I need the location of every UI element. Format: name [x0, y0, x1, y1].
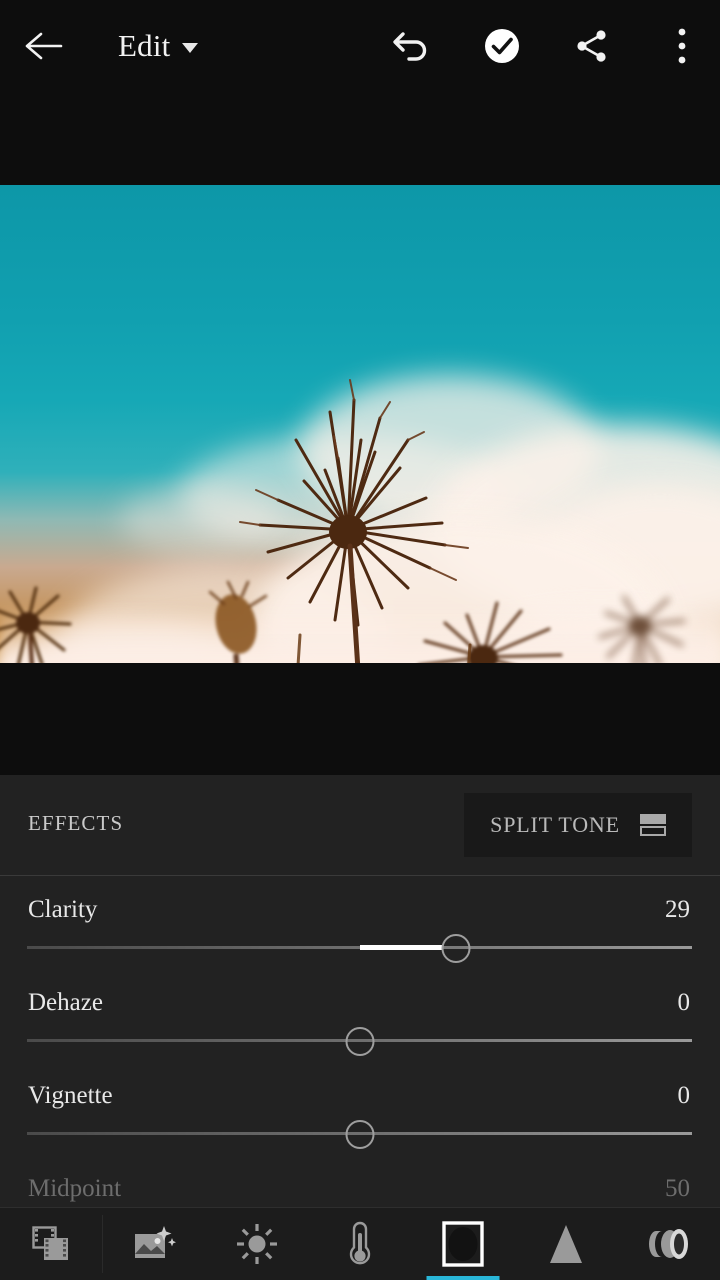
top-app-bar: Edit [0, 0, 720, 185]
edit-tool-tabbar [0, 1207, 720, 1280]
field-stems [296, 633, 472, 663]
lens-optics-icon [646, 1222, 692, 1266]
tab-effects[interactable] [411, 1207, 514, 1280]
slider-fill [359, 945, 442, 950]
presets-stack-icon [30, 1224, 72, 1264]
triangle-detail-icon [546, 1223, 586, 1265]
effects-panel-header: EFFECTS SPLIT TONE [0, 775, 720, 875]
tab-light[interactable] [206, 1207, 309, 1280]
split-tone-label: SPLIT TONE [490, 812, 620, 837]
thermometer-icon [347, 1221, 373, 1267]
effects-vignette-icon [442, 1220, 484, 1267]
slider-thumb[interactable] [345, 1027, 374, 1056]
overflow-menu-button[interactable] [660, 24, 704, 68]
photo-preview[interactable] [0, 185, 720, 663]
done-button[interactable] [480, 24, 524, 68]
split-tone-button[interactable]: SPLIT TONE [464, 793, 692, 857]
slider-row-vignette: Vignette 0 [0, 1062, 720, 1155]
slider-thumb[interactable] [441, 934, 471, 963]
slider-clarity[interactable] [0, 934, 720, 963]
check-circle-icon [482, 26, 522, 66]
slider-value: 0 [677, 989, 691, 1016]
undo-arrow-icon [392, 29, 432, 63]
slider-thumb[interactable] [345, 1120, 374, 1149]
slider-label: Clarity [28, 896, 98, 923]
effects-panel: EFFECTS SPLIT TONE Clarity 29 Dehaze 0 V… [0, 775, 720, 1207]
slider-dehaze[interactable] [0, 1027, 720, 1056]
slider-row-dehaze: Dehaze 0 [0, 969, 720, 1062]
tab-optics[interactable] [617, 1207, 720, 1280]
sun-icon [236, 1223, 278, 1265]
share-icon [573, 27, 611, 65]
chevron-down-icon [182, 43, 199, 53]
edited-photo-image [0, 185, 720, 663]
slider-row-clarity: Clarity 29 [0, 876, 720, 969]
auto-enhance-icon [132, 1224, 177, 1264]
tab-presets[interactable] [0, 1207, 103, 1280]
page-title: Edit [118, 28, 171, 63]
slider-label: Midpoint [28, 1175, 122, 1202]
tab-detail[interactable] [514, 1207, 617, 1280]
slider-value: 0 [677, 1082, 691, 1109]
active-tab-indicator [426, 1276, 500, 1280]
share-button[interactable] [570, 24, 614, 68]
photo-letterbox-gap [0, 663, 720, 775]
tab-auto[interactable] [103, 1207, 206, 1280]
tab-color[interactable] [309, 1207, 412, 1280]
arrow-left-icon [24, 31, 64, 61]
lightroom-edit-screen: Edit EFFECTS SPLIT TONE Clarity 29 Dehaz… [0, 0, 720, 1280]
back-button[interactable] [20, 26, 68, 66]
slider-value: 50 [665, 1175, 690, 1202]
slider-value: 29 [665, 896, 690, 923]
slider-label: Vignette [28, 1082, 113, 1109]
split-tone-icon [639, 812, 666, 838]
more-vertical-icon [676, 27, 688, 65]
undo-button[interactable] [390, 24, 434, 68]
top-bar-actions [390, 24, 704, 68]
edit-title-dropdown[interactable]: Edit [118, 22, 199, 70]
section-title: EFFECTS [28, 811, 124, 835]
slider-vignette[interactable] [0, 1120, 720, 1149]
slider-label: Dehaze [28, 989, 103, 1016]
